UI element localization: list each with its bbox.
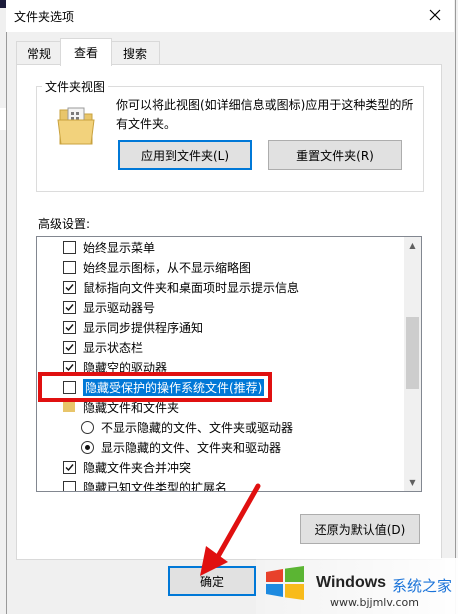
scroll-thumb[interactable] xyxy=(406,317,419,389)
checkmark-icon xyxy=(65,323,74,331)
advanced-settings-label: 高级设置: xyxy=(38,217,91,231)
folder-icon xyxy=(63,402,75,412)
list-item-label: 始终显示菜单 xyxy=(83,240,156,255)
list-item-label: 鼠标指向文件夹和桌面项时显示提示信息 xyxy=(83,280,300,295)
list-item-label: 显示驱动器号 xyxy=(83,300,156,315)
checkmark-icon xyxy=(65,463,74,471)
list-item[interactable]: 鼠标指向文件夹和桌面项时显示提示信息 xyxy=(63,277,299,297)
checkmark-icon xyxy=(65,303,74,311)
tab-search[interactable]: 搜索 xyxy=(110,41,160,64)
apply-to-folders-button[interactable]: 应用到文件夹(L) xyxy=(118,140,252,170)
checkbox-checked[interactable] xyxy=(63,280,76,294)
list-item-label: 隐藏文件夹合并冲突 xyxy=(83,460,192,475)
close-icon xyxy=(429,9,441,21)
folder-views-description: 你可以将此视图(如详细信息或图标)应用于这种类型的所有文件夹。 xyxy=(116,98,414,131)
scroll-up-arrow-icon[interactable]: ▲ xyxy=(404,237,421,254)
list-item[interactable]: 不显示隐藏的文件、文件夹或驱动器 xyxy=(81,417,293,437)
restore-defaults-button[interactable]: 还原为默认值(D) xyxy=(300,514,420,544)
list-item[interactable]: 隐藏文件夹合并冲突 xyxy=(63,457,191,477)
watermark-url: www.bjjmlv.com xyxy=(330,596,419,609)
tab-view[interactable]: 查看 xyxy=(60,38,112,66)
tab-general[interactable]: 常规 xyxy=(16,41,62,64)
radio-button[interactable] xyxy=(81,420,94,434)
list-item[interactable]: 始终显示菜单 xyxy=(63,237,155,257)
checkbox[interactable] xyxy=(63,240,76,254)
list-item-label: 不显示隐藏的文件、文件夹或驱动器 xyxy=(101,420,294,435)
watermark-brand: Windows xyxy=(316,574,387,591)
checkbox-checked[interactable] xyxy=(63,320,76,334)
list-item-label: 始终显示图标，从不显示缩略图 xyxy=(83,260,252,275)
folder-views-label: 文件夹视图 xyxy=(42,78,109,95)
list-item[interactable]: 显示驱动器号 xyxy=(63,297,155,317)
checkmark-icon xyxy=(65,283,74,291)
scroll-down-arrow-icon[interactable]: ▼ xyxy=(404,474,421,491)
windows-logo-icon xyxy=(266,566,304,600)
checkmark-icon xyxy=(65,363,74,371)
list-item-label: 显示同步提供程序通知 xyxy=(83,320,204,335)
annotation-arrow-icon xyxy=(200,483,261,576)
checkmark-icon xyxy=(65,343,74,351)
list-item-label: 显示状态栏 xyxy=(83,340,144,355)
checkbox[interactable] xyxy=(63,260,76,274)
list-item[interactable]: 显示同步提供程序通知 xyxy=(63,317,203,337)
list-item[interactable]: 显示状态栏 xyxy=(63,337,143,357)
checkbox-checked[interactable] xyxy=(63,340,76,354)
advanced-settings-list[interactable]: 始终显示菜单 始终显示图标，从不显示缩略图 鼠标指向文件夹和桌面项时显示提示信息… xyxy=(36,236,422,492)
close-button[interactable] xyxy=(420,2,450,28)
folder-icon xyxy=(56,106,96,148)
list-item[interactable]: 显示隐藏的文件、文件夹和驱动器 xyxy=(81,437,281,457)
checkbox[interactable] xyxy=(63,480,76,491)
scrollbar[interactable]: ▲ ▼ xyxy=(404,237,421,491)
reset-folders-button[interactable]: 重置文件夹(R) xyxy=(268,140,402,170)
checkbox-checked[interactable] xyxy=(63,460,76,474)
checkbox-checked[interactable] xyxy=(63,300,76,314)
window-title: 文件夹选项 xyxy=(14,10,75,24)
radio-button-selected[interactable] xyxy=(81,440,94,454)
list-item[interactable]: 始终显示图标，从不显示缩略图 xyxy=(63,257,251,277)
watermark-brand-cn: 系统之家 xyxy=(392,577,453,595)
list-item-label: 显示隐藏的文件、文件夹和驱动器 xyxy=(101,440,282,455)
radio-dot xyxy=(85,444,90,450)
annotation-highlight-box xyxy=(38,372,272,402)
